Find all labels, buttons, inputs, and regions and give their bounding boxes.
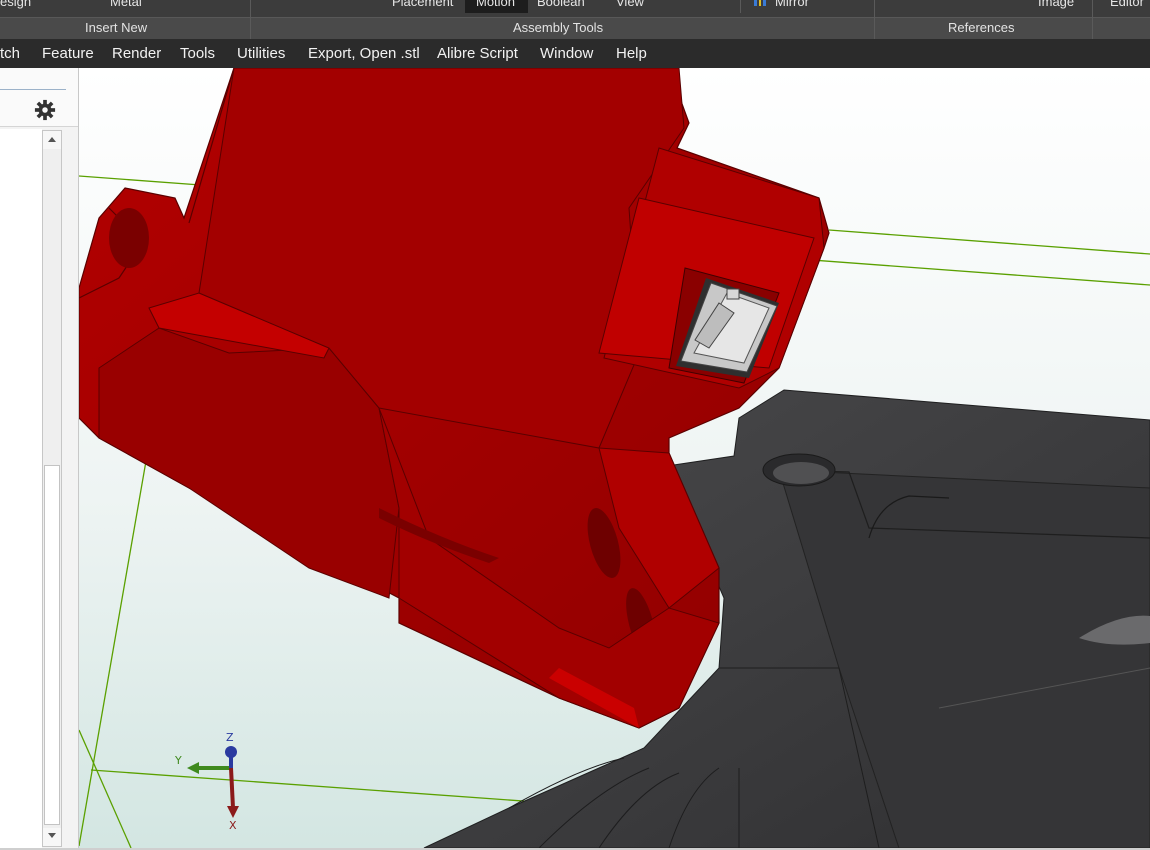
ribbon-item-boolean[interactable]: Boolean <box>537 0 585 9</box>
mirror-icon[interactable] <box>753 0 767 6</box>
menu-bar: tch Feature Render Tools Utilities Expor… <box>0 39 1150 68</box>
design-explorer-panel <box>0 68 79 850</box>
menu-export-open-stl[interactable]: Export, Open .stl <box>308 45 420 62</box>
ribbon-item-design[interactable]: esign <box>0 0 31 9</box>
menu-tools[interactable]: Tools <box>180 45 215 62</box>
menu-sketch[interactable]: tch <box>0 45 20 62</box>
menu-feature[interactable]: Feature <box>42 45 94 62</box>
axis-z-label: Z <box>226 731 234 744</box>
ribbon-group-insert-new: Insert New <box>85 20 148 35</box>
ribbon-separator <box>250 0 251 39</box>
ribbon-separator <box>874 0 875 39</box>
menu-help[interactable]: Help <box>616 45 647 62</box>
axis-y-label: Y <box>175 754 182 767</box>
scroll-up-icon[interactable] <box>43 131 61 149</box>
panel-header-divider <box>0 89 66 90</box>
ribbon-item-sheet-metal[interactable]: Metal <box>110 0 142 9</box>
ribbon-separator <box>1092 0 1093 39</box>
scroll-down-icon[interactable] <box>43 828 61 846</box>
ribbon-item-motion[interactable]: Motion <box>476 0 515 9</box>
ribbon-group-assembly-tools: Assembly Tools <box>513 20 604 35</box>
menu-utilities[interactable]: Utilities <box>237 45 285 62</box>
ribbon-item-placement[interactable]: Placement <box>392 0 453 9</box>
ribbon-item-mirror[interactable]: Mirror <box>775 0 809 9</box>
scrollbar-thumb[interactable] <box>44 465 60 825</box>
menu-render[interactable]: Render <box>112 45 161 62</box>
model-scene <box>79 68 1150 848</box>
3d-viewport[interactable]: Z Y X <box>79 68 1150 848</box>
ribbon-separator <box>740 0 741 13</box>
gear-icon[interactable] <box>34 99 56 121</box>
ribbon: esign Metal Placement Motion Boolean Vie… <box>0 0 1150 39</box>
panel-header <box>0 68 78 127</box>
ribbon-item-editor[interactable]: Editor <box>1110 0 1144 9</box>
ribbon-group-references: References <box>948 20 1015 35</box>
menu-alibre-script[interactable]: Alibre Script <box>437 45 518 62</box>
menu-window[interactable]: Window <box>540 45 593 62</box>
ribbon-item-image[interactable]: Image <box>1038 0 1074 9</box>
design-tree[interactable] <box>0 129 42 850</box>
axis-x-label: X <box>229 819 237 832</box>
vertical-scrollbar[interactable] <box>42 130 62 847</box>
ribbon-item-view[interactable]: View <box>616 0 644 9</box>
